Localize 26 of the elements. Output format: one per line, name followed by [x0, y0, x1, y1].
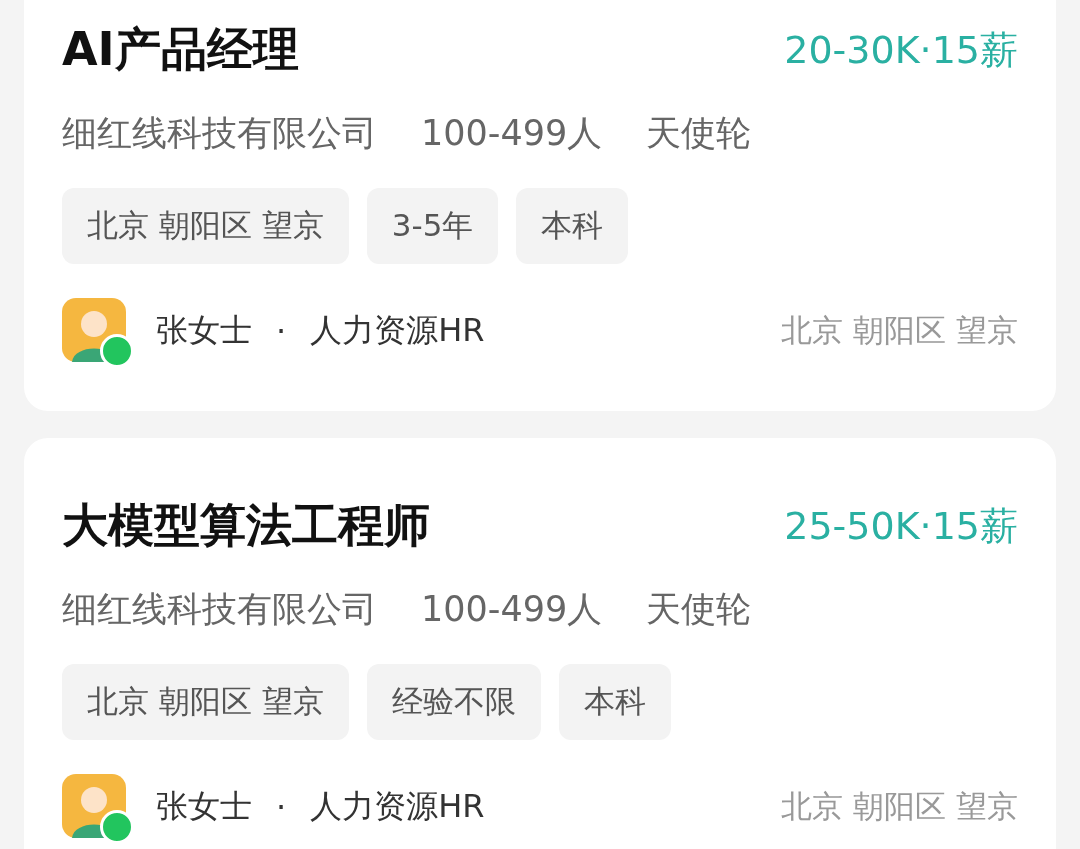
job-tag: 北京 朝阳区 望京: [62, 188, 349, 264]
funding-stage: 天使轮: [646, 587, 752, 631]
job-card[interactable]: AI产品经理 20-30K·15薪 细红线科技有限公司 100-499人 天使轮 北京 朝阳区 望京 3-5年 本科 张女士 · 人力资源HR 北京 朝阳区 望京: [24, 0, 1056, 411]
company-size: 100-499人: [421, 111, 603, 155]
company-name: 细红线科技有限公司: [62, 111, 377, 155]
recruiter-role: 人力资源HR: [310, 310, 485, 351]
job-title: AI产品经理: [62, 21, 299, 78]
recruiter-name: 张女士: [156, 310, 252, 351]
job-location: 北京 朝阳区 望京: [781, 311, 1018, 350]
funding-stage: 天使轮: [646, 111, 752, 155]
recruiter-role: 人力资源HR: [310, 786, 485, 827]
job-location: 北京 朝阳区 望京: [781, 787, 1018, 826]
job-tag: 本科: [558, 664, 671, 740]
company-name: 细红线科技有限公司: [62, 587, 377, 631]
job-card[interactable]: 大模型算法工程师 25-50K·15薪 细红线科技有限公司 100-499人 天使轮 北京 朝阳区 望京 经验不限 本科 张女士 · 人力资源HR 北京 朝阳区 望京: [24, 438, 1056, 849]
salary: 20-30K·15薪: [784, 26, 1018, 74]
job-tag: 3-5年: [366, 188, 499, 264]
recruiter-name: 张女士: [156, 786, 252, 827]
separator-dot: ·: [276, 788, 287, 826]
job-tag: 本科: [516, 188, 629, 264]
job-title: 大模型算法工程师: [62, 497, 430, 554]
job-tag: 北京 朝阳区 望京: [62, 664, 349, 740]
salary: 25-50K·15薪: [784, 502, 1018, 550]
separator-dot: ·: [276, 312, 287, 350]
company-size: 100-499人: [421, 587, 603, 631]
job-tag: 经验不限: [366, 664, 541, 740]
